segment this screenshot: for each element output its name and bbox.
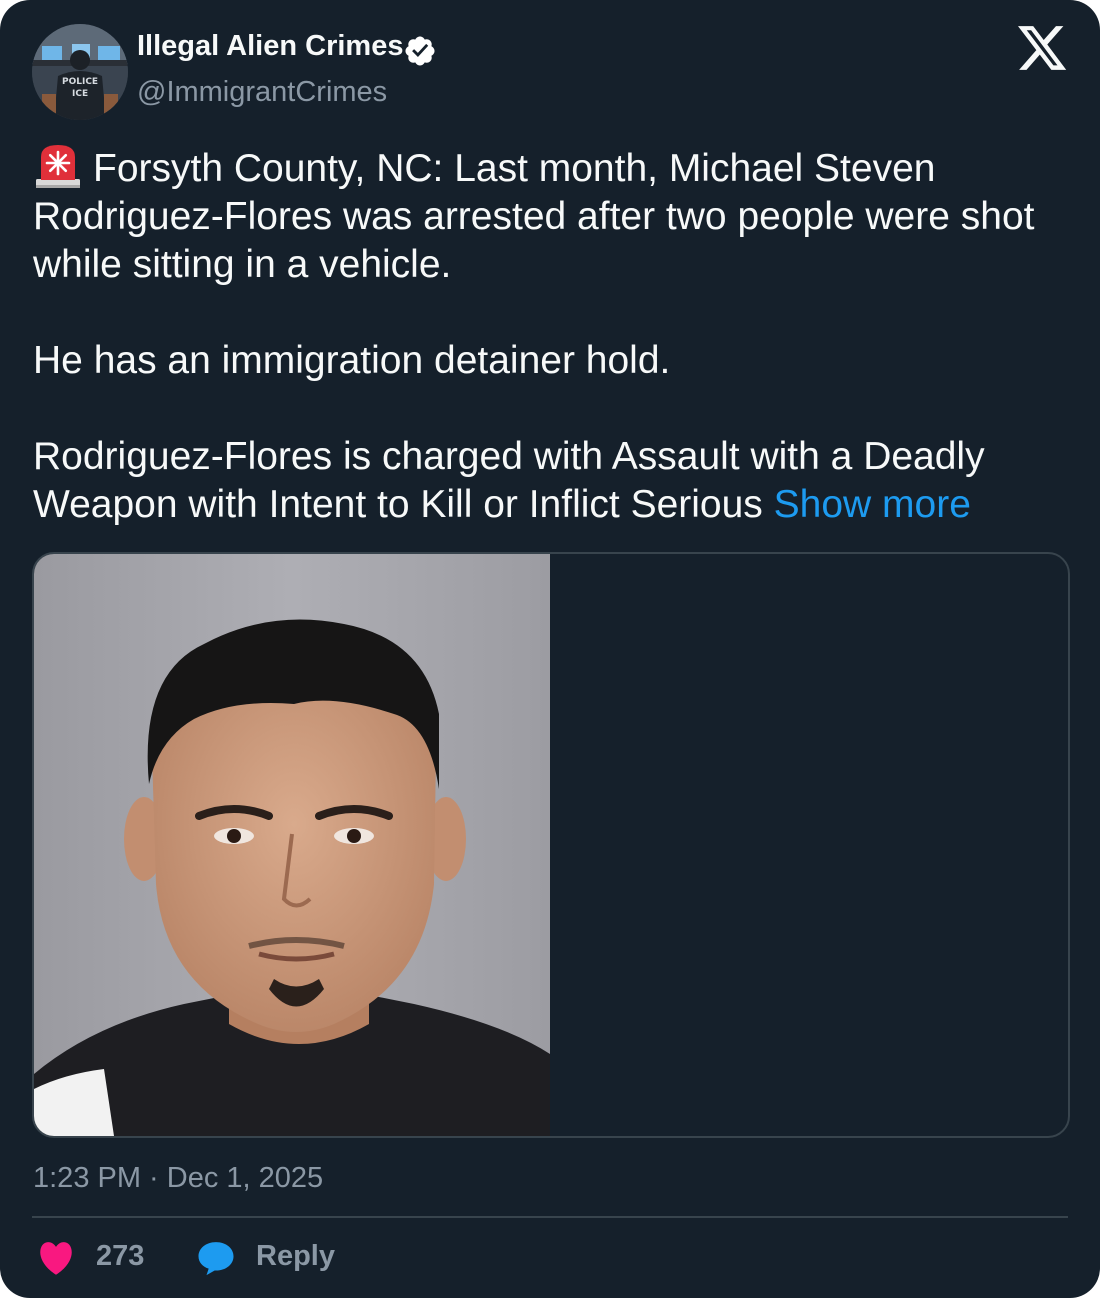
verified-badge-icon (405, 36, 435, 66)
heart-icon[interactable] (37, 1240, 75, 1276)
tweet-paragraph-3: Rodriguez-Flores is charged with Assault… (33, 433, 1073, 529)
tweet-timestamp[interactable]: 1:23 PM · Dec 1, 2025 (33, 1162, 323, 1195)
x-logo-icon[interactable] (1018, 26, 1068, 72)
police-ice-avatar-icon (32, 24, 128, 120)
reply-button[interactable]: Reply (256, 1240, 335, 1273)
reply-bubble-icon[interactable] (196, 1238, 236, 1278)
author-display-name[interactable]: Illegal Alien Crimes (137, 30, 403, 63)
avatar[interactable]: POLICE ICE (32, 24, 128, 120)
like-count[interactable]: 273 (96, 1240, 144, 1273)
avatar-text-police: POLICE (62, 77, 99, 87)
tweet-paragraph-2: He has an immigration detainer hold. (33, 339, 671, 382)
media-container[interactable] (32, 552, 1070, 1138)
author-handle[interactable]: @ImmigrantCrimes (137, 76, 387, 109)
show-more-link[interactable]: Show more (774, 483, 971, 526)
tweet-paragraph-1-text: Forsyth County, NC: Last month, Michael … (33, 147, 1035, 286)
tweet-paragraph-1: Forsyth County, NC: Last month, Michael … (33, 143, 1073, 289)
police-siren-icon (36, 145, 80, 188)
divider (32, 1216, 1068, 1218)
avatar-text-ice: ICE (72, 89, 89, 99)
tweet-text: Forsyth County, NC: Last month, Michael … (33, 143, 1073, 529)
tweet-card: POLICE ICE Illegal Alien Crimes @Immigra… (0, 0, 1100, 1298)
mugshot-photo[interactable] (34, 554, 550, 1136)
